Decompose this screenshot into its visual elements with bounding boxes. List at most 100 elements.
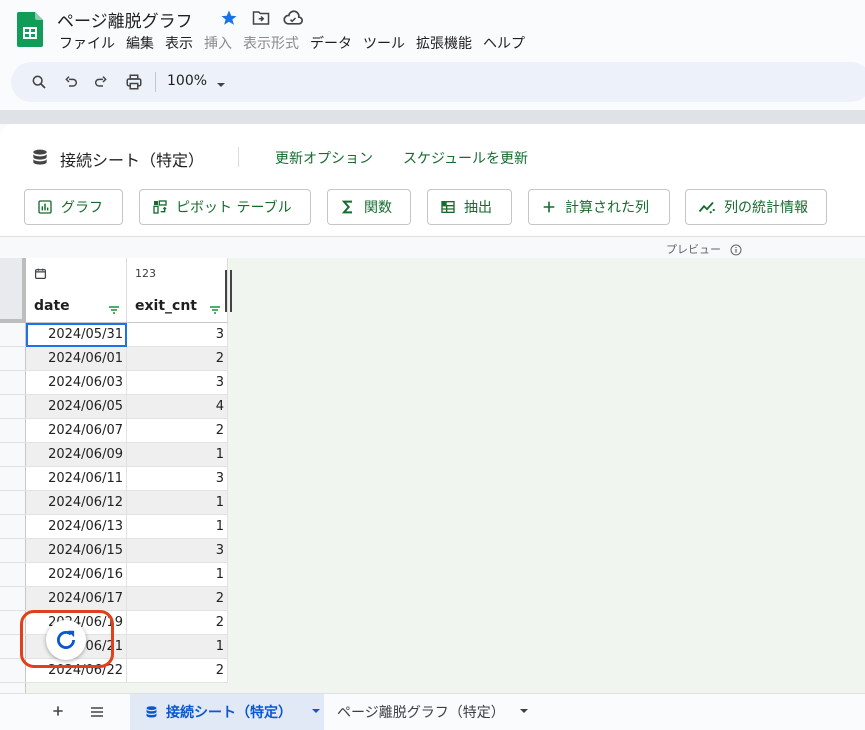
exit-cnt-cell[interactable]: 3 (127, 539, 228, 563)
chart-button[interactable]: グラフ (24, 189, 123, 225)
add-sheet-icon[interactable] (50, 703, 66, 723)
column-resize-handle[interactable] (225, 270, 232, 312)
row-header[interactable] (0, 419, 26, 443)
row-header[interactable] (0, 443, 26, 467)
column-stats-button-label: 列の統計情報 (724, 200, 808, 216)
row-header[interactable] (0, 563, 26, 587)
tab-caret-icon[interactable] (311, 704, 321, 720)
date-cell[interactable]: 2024/06/13 (26, 515, 127, 539)
exit-cnt-cell[interactable]: 2 (127, 659, 228, 683)
sheets-logo-icon[interactable] (17, 12, 43, 47)
annotation-highlight-ring (20, 610, 114, 668)
preview-bar: プレビュー (0, 236, 865, 258)
row-header[interactable] (0, 467, 26, 491)
row-header[interactable] (0, 491, 26, 515)
date-cell[interactable]: 2024/06/05 (26, 395, 127, 419)
date-cell[interactable]: 2024/06/09 (26, 443, 127, 467)
menu-edit[interactable]: 編集 (126, 33, 154, 53)
calendar-icon (34, 267, 47, 283)
row-header[interactable] (0, 587, 26, 611)
menu-format[interactable]: 表示形式 (243, 33, 299, 53)
grid-corner[interactable] (0, 258, 26, 323)
extract-table-icon (441, 201, 455, 213)
menu-data[interactable]: データ (310, 33, 352, 53)
date-cell[interactable]: 2024/06/16 (26, 563, 127, 587)
exit-cnt-cell[interactable]: 2 (127, 347, 228, 371)
move-folder-icon[interactable] (250, 8, 272, 28)
exit-cnt-cell[interactable]: 3 (127, 371, 228, 395)
filter-icon[interactable] (108, 300, 120, 319)
exit-cnt-cell[interactable]: 1 (127, 443, 228, 467)
row-header[interactable] (0, 371, 26, 395)
document-title[interactable]: ページ離脱グラフ (57, 7, 193, 32)
exit-cnt-cell[interactable]: 1 (127, 635, 228, 659)
cloud-saved-icon[interactable] (282, 8, 304, 28)
exit-cnt-cell[interactable]: 1 (127, 515, 228, 539)
calculated-column-button-label: 計算された列 (565, 200, 649, 216)
pivot-table-button-label: ピボット テーブル (176, 200, 292, 216)
calculated-column-button[interactable]: 計算された列 (528, 189, 670, 225)
horizontal-scrollbar[interactable] (26, 683, 865, 693)
plus-icon (543, 201, 555, 213)
zoom-dropdown-icon[interactable] (216, 75, 226, 94)
exit-cnt-cell[interactable]: 2 (127, 611, 228, 635)
menu-insert[interactable]: 挿入 (204, 33, 232, 53)
date-cell[interactable]: 2024/06/03 (26, 371, 127, 395)
schedule-refresh-link[interactable]: スケジュールを更新 (403, 148, 528, 168)
preview-label: プレビュー (666, 243, 721, 256)
menu-bar: ファイル 編集 表示 挿入 表示形式 データ ツール 拡張機能 ヘルプ (59, 33, 536, 53)
exit-cnt-cell[interactable]: 3 (127, 323, 228, 347)
exit-cnt-cell[interactable]: 3 (127, 467, 228, 491)
sheet-tabs-bar: 接続シート（特定） ページ離脱グラフ（特定） (0, 693, 865, 730)
undo-icon[interactable] (61, 72, 81, 92)
exit-cnt-cell[interactable]: 1 (127, 563, 228, 587)
date-cell[interactable]: 2024/06/11 (26, 467, 127, 491)
sheet-tab-page-exit-graph[interactable]: ページ離脱グラフ（特定） (337, 694, 529, 730)
row-header[interactable] (0, 347, 26, 371)
menu-help[interactable]: ヘルプ (483, 33, 525, 53)
row-header[interactable] (0, 539, 26, 563)
date-cell[interactable]: 2024/06/12 (26, 491, 127, 515)
preview-grid: date 123 exit_cnt 2024/05/31 3 2024/06/01 2… (0, 258, 865, 693)
exit-cnt-cell[interactable]: 1 (127, 491, 228, 515)
date-cell[interactable]: 2024/05/31 (26, 323, 127, 347)
date-cell[interactable]: 2024/06/17 (26, 587, 127, 611)
column-header-date[interactable]: date (26, 258, 127, 323)
refresh-options-link[interactable]: 更新オプション (275, 148, 373, 168)
filter-icon[interactable] (209, 300, 221, 319)
trend-stats-icon (698, 201, 715, 214)
menu-extensions[interactable]: 拡張機能 (416, 33, 472, 53)
star-icon[interactable] (218, 8, 240, 28)
column-name-date: date (34, 298, 70, 314)
search-icon[interactable] (29, 72, 49, 92)
function-button[interactable]: 関数 (327, 189, 411, 225)
row-header[interactable] (0, 515, 26, 539)
menu-view[interactable]: 表示 (165, 33, 193, 53)
exit-cnt-cell[interactable]: 2 (127, 587, 228, 611)
database-icon (146, 705, 157, 717)
row-header[interactable] (0, 323, 26, 347)
menu-file[interactable]: ファイル (59, 33, 115, 53)
exit-cnt-cell[interactable]: 2 (127, 419, 228, 443)
date-cell[interactable]: 2024/06/01 (26, 347, 127, 371)
title-bar: ページ離脱グラフ ファイル 編集 表示 挿入 表示形式 データ ツール 拡張機能… (0, 0, 865, 62)
bar-chart-icon (38, 200, 52, 214)
row-header[interactable] (0, 395, 26, 419)
column-stats-button[interactable]: 列の統計情報 (685, 189, 827, 225)
menu-tools[interactable]: ツール (363, 33, 405, 53)
all-sheets-menu-icon[interactable] (89, 704, 105, 723)
column-header-exit-cnt[interactable]: 123 exit_cnt (127, 258, 228, 323)
extract-button[interactable]: 抽出 (427, 189, 512, 225)
tab-caret-icon[interactable] (519, 704, 529, 720)
date-cell[interactable]: 2024/06/07 (26, 419, 127, 443)
connected-sheet-panel: 接続シート（特定） 更新オプション スケジュールを更新 グラフ ピボット テーブ… (0, 124, 865, 236)
sheet-tab-connected[interactable]: 接続シート（特定） (130, 694, 324, 730)
zoom-select[interactable]: 100% (167, 73, 207, 89)
grid-empty-area (228, 258, 865, 693)
print-icon[interactable] (124, 72, 144, 92)
sheet-tab-connected-label: 接続シート（特定） (166, 705, 292, 721)
exit-cnt-cell[interactable]: 4 (127, 395, 228, 419)
pivot-table-button[interactable]: ピボット テーブル (139, 189, 311, 225)
redo-icon[interactable] (91, 72, 111, 92)
date-cell[interactable]: 2024/06/15 (26, 539, 127, 563)
